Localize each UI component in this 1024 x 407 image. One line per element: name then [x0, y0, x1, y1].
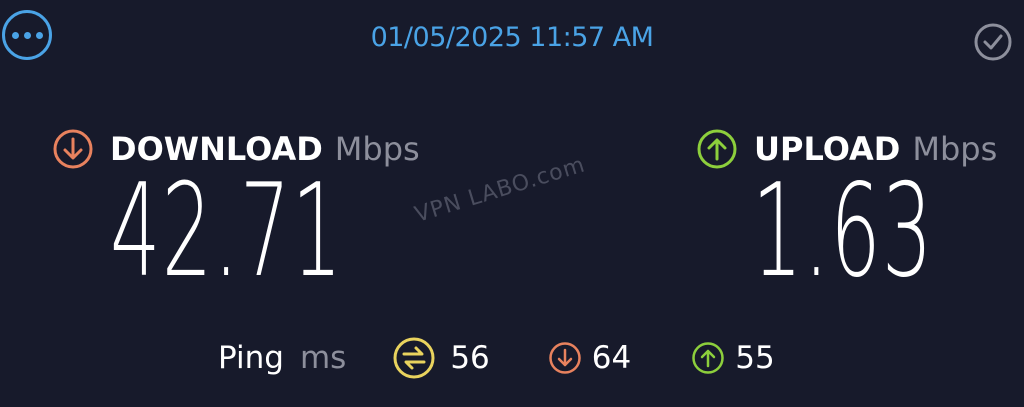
- arrow-up-circle-icon: [692, 342, 724, 374]
- jitter-icon: [393, 337, 435, 379]
- arrow-down-circle-icon: [53, 129, 93, 169]
- ping-upload: 55: [691, 340, 775, 376]
- download-unit: Mbps: [334, 130, 420, 168]
- arrow-down-circle-icon: [549, 342, 581, 374]
- arrow-up-circle-icon: [697, 129, 737, 169]
- ping-download: 64: [548, 340, 631, 376]
- check-circle-icon[interactable]: [973, 22, 1013, 62]
- watermark: VPN LABO.com: [412, 152, 589, 228]
- ping-idle: 56: [392, 336, 490, 380]
- ping-label: Ping: [218, 340, 284, 376]
- download-speed-value: 42.71: [110, 157, 344, 306]
- ping-idle-value: 56: [450, 340, 490, 376]
- ping-upload-value: 55: [735, 340, 775, 376]
- result-timestamp: 01/05/2025 11:57 AM: [370, 22, 654, 53]
- ping-unit: ms: [299, 340, 347, 376]
- ping-row: Ping ms 56 64 55: [218, 336, 775, 380]
- ping-download-value: 64: [591, 340, 632, 376]
- upload-speed-value: 1.63: [752, 157, 934, 306]
